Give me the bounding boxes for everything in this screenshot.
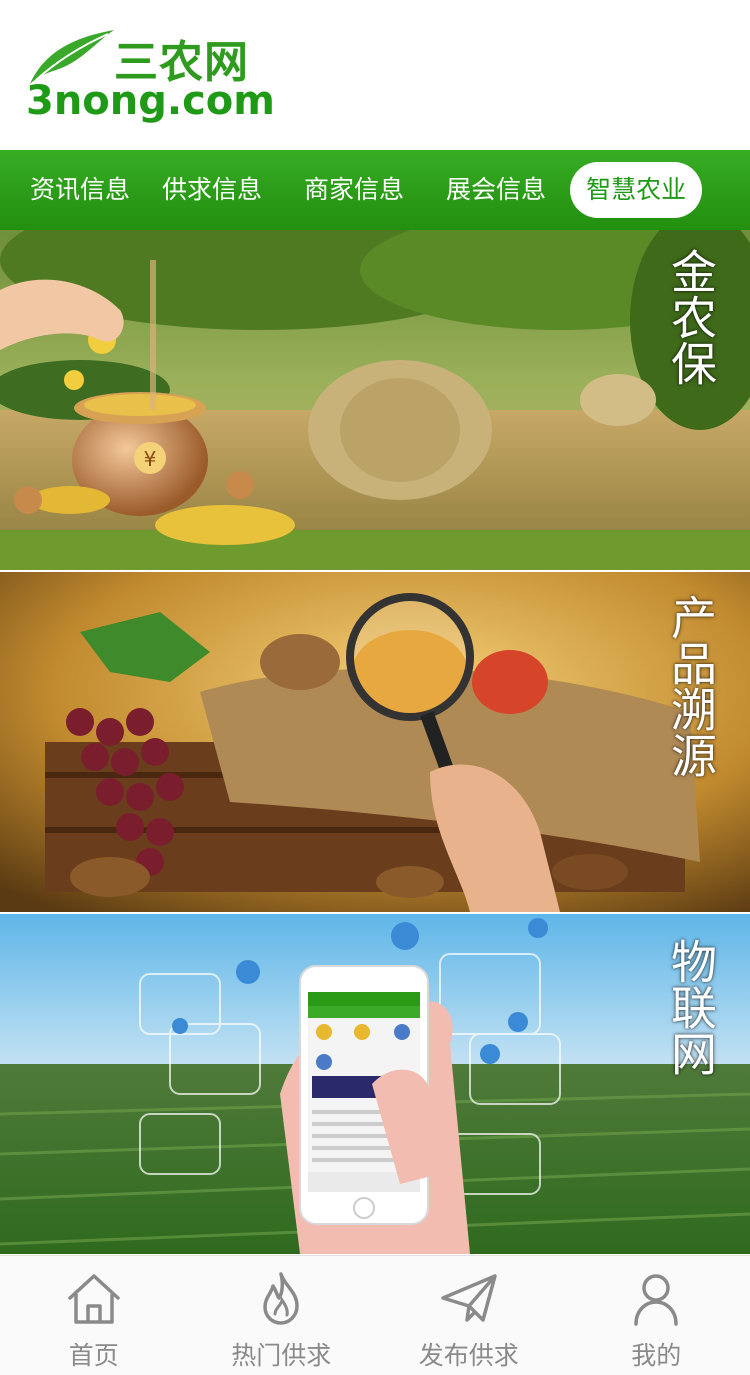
banner-insurance-image: ¥ — [0, 230, 750, 570]
paper-plane-icon — [441, 1274, 497, 1322]
nav-item-news[interactable]: 资讯信息 — [14, 162, 146, 218]
banner-traceability-image — [0, 572, 750, 912]
banner-traceability[interactable]: 产品溯源 — [0, 572, 750, 912]
tab-hot-supply[interactable]: 热门供求 — [188, 1256, 376, 1375]
site-logo[interactable]: 三农网 3nong.com — [22, 22, 275, 132]
nav-item-exhibitions[interactable]: 展会信息 — [430, 162, 562, 218]
logo-domain-text: 3nong.com — [26, 78, 275, 124]
svg-text:¥: ¥ — [144, 447, 157, 471]
tab-publish-supply-label: 发布供求 — [418, 1341, 519, 1370]
home-icon — [68, 1274, 120, 1324]
user-icon — [634, 1274, 678, 1326]
nav-item-merchants[interactable]: 商家信息 — [288, 162, 420, 218]
banner-iot[interactable]: 物联网 — [0, 914, 750, 1254]
banner-iot-image — [0, 914, 750, 1254]
bottom-tab-bar: 首页 热门供求 发布供求 我的 — [0, 1255, 750, 1375]
banner-traceability-title: 产品溯源 — [664, 594, 718, 778]
flame-icon — [263, 1272, 299, 1325]
nav-item-supply[interactable]: 供求信息 — [146, 162, 278, 218]
tab-home-label: 首页 — [68, 1341, 119, 1370]
header: 三农网 3nong.com — [0, 0, 750, 150]
banner-insurance[interactable]: ¥ 金农保 — [0, 230, 750, 570]
nav-item-smart-agriculture[interactable]: 智慧农业 — [570, 162, 703, 218]
banner-insurance-title: 金农保 — [664, 248, 718, 386]
tab-home[interactable]: 首页 — [0, 1256, 188, 1375]
main-nav: 资讯信息 供求信息 商家信息 展会信息 智慧农业 — [0, 150, 750, 230]
banner-iot-title: 物联网 — [664, 938, 718, 1076]
tab-mine[interactable]: 我的 — [563, 1256, 750, 1375]
tab-publish-supply[interactable]: 发布供求 — [375, 1256, 563, 1375]
tab-mine-label: 我的 — [631, 1341, 682, 1370]
tab-hot-supply-label: 热门供求 — [231, 1341, 332, 1370]
